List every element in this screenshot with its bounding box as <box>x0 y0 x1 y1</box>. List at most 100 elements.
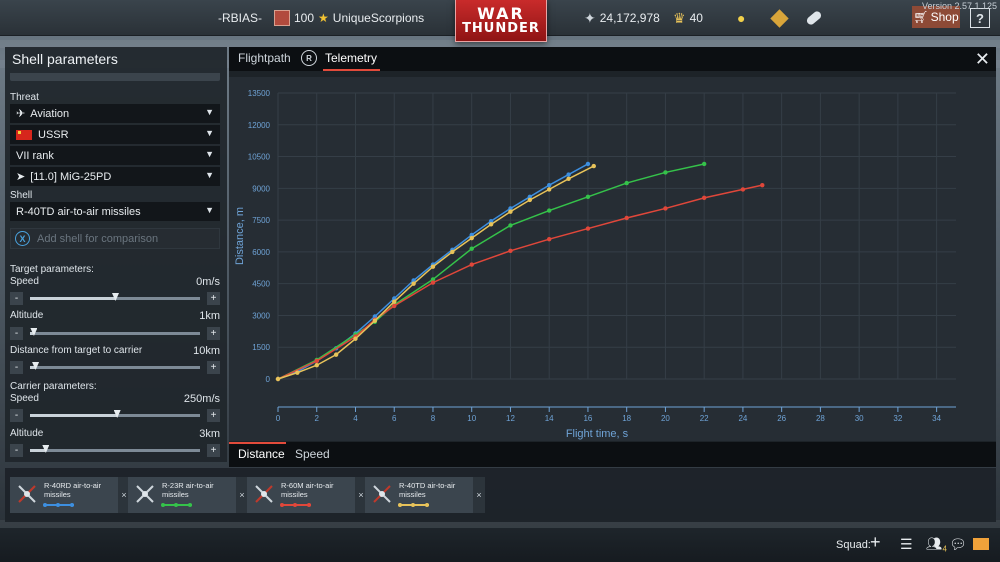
x-tick-label: 22 <box>700 414 709 423</box>
series-point-1 <box>469 246 474 251</box>
comparison-card[interactable]: R-60M air-to-air missiles × <box>247 477 367 513</box>
series-point-1 <box>547 208 552 213</box>
logo-line1: WAR <box>477 4 525 23</box>
silver-lions-value: 24,172,978 <box>599 11 660 25</box>
shell-label: Shell <box>10 190 33 201</box>
tab-flightpath[interactable]: Flightpath <box>238 51 291 65</box>
tab-distance[interactable]: Distance <box>238 447 285 461</box>
target-altitude-value: 1km <box>199 310 220 322</box>
add-shell-placeholder: Add shell for comparison <box>37 232 159 245</box>
series-point-2 <box>701 195 707 201</box>
x-tick-label: 10 <box>467 414 476 423</box>
list-icon[interactable]: ☰ <box>900 536 913 553</box>
war-thunder-logo[interactable]: WAR THUNDER <box>455 0 547 42</box>
tab-telemetry[interactable]: Telemetry <box>325 51 377 65</box>
increase-button[interactable]: + <box>207 444 220 457</box>
country-value: USSR <box>38 128 69 141</box>
shop-label: Shop <box>930 10 959 24</box>
series-color-dot <box>398 503 402 507</box>
x-axis-label: Flight time, s <box>566 428 629 440</box>
decrease-button[interactable]: - <box>10 292 23 305</box>
decrease-button[interactable]: - <box>10 409 23 422</box>
y-tick-label: 3000 <box>252 311 270 320</box>
series-point-3 <box>333 352 339 357</box>
country-dropdown[interactable]: USSR ▼ <box>10 125 220 144</box>
silver-lions[interactable]: ✦ 24,172,978 <box>584 0 660 36</box>
series-point-3 <box>591 163 596 169</box>
player-tag: -RBIAS- <box>218 11 263 25</box>
increase-button[interactable]: + <box>207 409 220 422</box>
decrease-button[interactable]: - <box>10 444 23 457</box>
y-tick-label: 7500 <box>252 216 270 225</box>
slider-track[interactable] <box>30 293 200 301</box>
decrease-button[interactable]: - <box>10 361 23 374</box>
series-color-dot <box>188 503 192 507</box>
distance-slider[interactable]: - + <box>10 361 220 374</box>
comparison-card[interactable]: R-23R air-to-air missiles × <box>128 477 248 513</box>
friends-icon[interactable]: 👥︎4 <box>926 536 947 554</box>
series-point-0 <box>566 172 571 177</box>
remove-comparison-button[interactable]: × <box>473 477 485 513</box>
golden-eagles[interactable]: ♛ 40 <box>673 0 703 36</box>
golden-eagles-value: 40 <box>689 11 703 25</box>
comparison-card[interactable]: R-40TD air-to-air missiles × <box>365 477 485 513</box>
bandage-icon[interactable] <box>805 0 823 36</box>
player-info[interactable]: 100 ★ UniqueScorpions <box>274 0 424 36</box>
close-icon[interactable]: ✕ <box>975 49 990 70</box>
add-shell-comparison-field[interactable]: X Add shell for comparison <box>10 228 220 249</box>
chat-icon[interactable]: 💬︎ <box>949 536 967 553</box>
comparison-card[interactable]: R-40RD air-to-air missiles × <box>10 477 130 513</box>
panel-scroll-top[interactable] <box>10 73 220 81</box>
series-point-2 <box>508 248 513 254</box>
series-point-2 <box>314 358 319 364</box>
r-badge-icon: R <box>301 50 317 66</box>
series-point-2 <box>624 215 629 221</box>
missile-icon <box>369 481 395 507</box>
chevron-down-icon: ▼ <box>205 128 214 138</box>
help-button[interactable]: ? <box>970 8 990 28</box>
target-speed-value: 0m/s <box>196 276 220 288</box>
series-color-dot <box>174 503 178 507</box>
threat-type-dropdown[interactable]: ✈︎ Aviation ▼ <box>10 104 220 123</box>
slider-track[interactable] <box>30 328 200 336</box>
increase-button[interactable]: + <box>207 327 220 340</box>
carrier-speed-slider[interactable]: - + <box>10 409 220 422</box>
series-point-2 <box>585 226 591 231</box>
mail-icon[interactable] <box>973 538 989 550</box>
slider-track[interactable] <box>30 362 200 370</box>
carrier-speed-label: Speed <box>10 393 39 404</box>
add-squad-button[interactable]: + <box>870 532 881 553</box>
target-speed-slider[interactable]: - + <box>10 292 220 305</box>
x-tick-label: 4 <box>353 414 358 423</box>
telemetry-panel: Flightpath R Telemetry ✕ 0 1500 3000 4500 60… <box>229 47 996 467</box>
missile-icon <box>251 481 277 507</box>
rank-dropdown[interactable]: VII rank ▼ <box>10 146 220 165</box>
slider-track[interactable] <box>30 445 200 453</box>
series-point-3 <box>488 222 494 227</box>
premium-icon[interactable] <box>770 0 789 36</box>
decrease-button[interactable]: - <box>10 327 23 340</box>
active-chart-tab-indicator <box>229 442 286 444</box>
missile-icon <box>132 481 158 507</box>
close-circle-icon[interactable]: X <box>15 231 30 246</box>
y-tick-label: 12000 <box>248 121 271 130</box>
target-altitude-slider[interactable]: - + <box>10 327 220 340</box>
slider-track[interactable] <box>30 410 200 418</box>
active-tab-indicator <box>323 69 380 71</box>
missile-icon <box>14 481 40 507</box>
shell-dropdown[interactable]: R-40TD air-to-air missiles ▼ <box>10 202 220 221</box>
increase-button[interactable]: + <box>207 292 220 305</box>
carrier-altitude-slider[interactable]: - + <box>10 444 220 457</box>
shell-value: R-40TD air-to-air missiles <box>16 205 141 218</box>
series-point-1 <box>624 180 629 186</box>
target-speed-row: Speed 0m/s <box>10 276 220 288</box>
series-point-2 <box>760 182 765 188</box>
comparison-card-name: R-60M air-to-air missiles <box>281 481 334 499</box>
lightbulb-icon[interactable]: ● <box>737 0 745 36</box>
aircraft-dropdown[interactable]: ➤ [11.0] MiG-25PD ▼ <box>10 167 220 186</box>
increase-button[interactable]: + <box>207 361 220 374</box>
series-point-0 <box>585 161 591 167</box>
tab-speed[interactable]: Speed <box>295 447 330 461</box>
series-point-3 <box>372 318 378 323</box>
jet-icon: ➤ <box>16 171 26 183</box>
